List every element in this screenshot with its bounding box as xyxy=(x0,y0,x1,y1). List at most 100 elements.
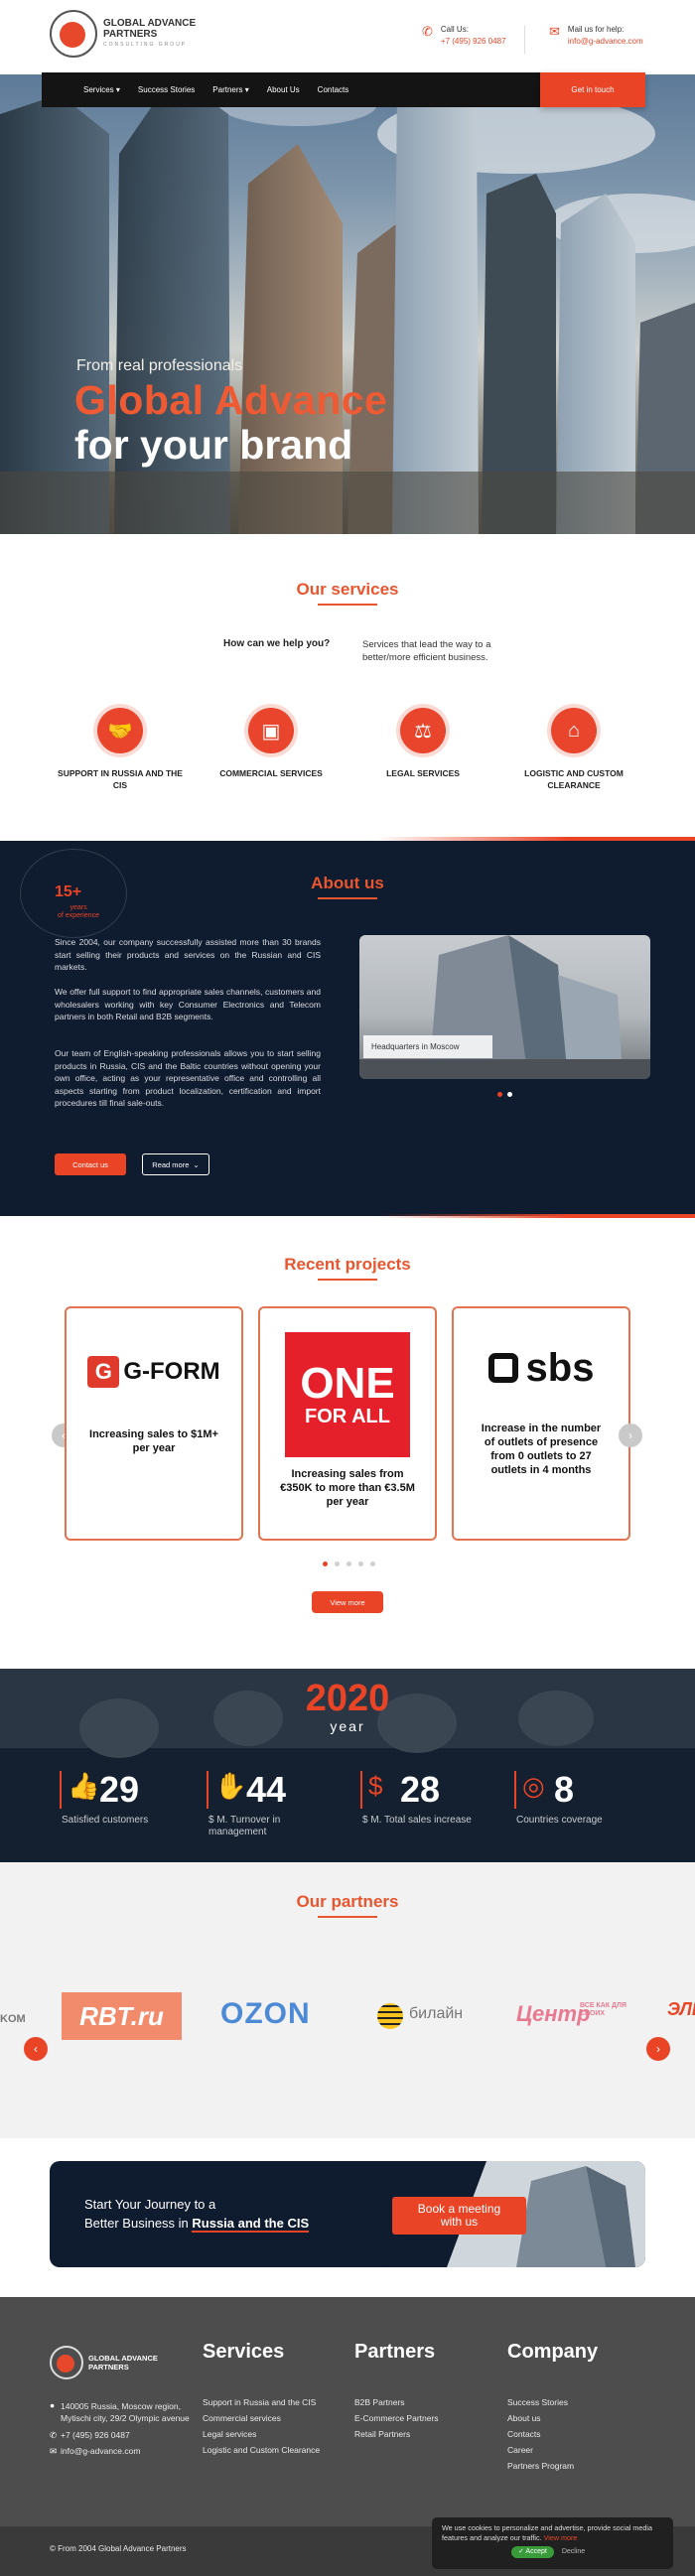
footer-company-title: Company xyxy=(507,2341,599,2363)
partner-slogan: ВСЕ КАК ДЛЯ СВОИХ xyxy=(580,2002,626,2017)
service-commercial[interactable]: ▣ COMMERCIAL SERVICES xyxy=(207,708,336,779)
footer-link[interactable]: Support in Russia and the CIS xyxy=(203,2397,316,2407)
partner-logo-ozon[interactable]: OZON xyxy=(220,1997,311,2031)
phone-icon: ✆ xyxy=(422,24,433,39)
site-header: GLOBAL ADVANCE PARTNERS CONSULTING GROUP… xyxy=(0,0,695,74)
stat-number: 29 xyxy=(99,1769,140,1810)
call-us[interactable]: ✆ Call Us: +7 (495) 926 0487 xyxy=(422,24,506,47)
beeline-logo-icon xyxy=(377,2003,403,2029)
carousel-dot[interactable] xyxy=(335,1561,340,1566)
warehouse-icon: ⌂ xyxy=(551,708,597,753)
experience-label: years of experience xyxy=(58,904,100,919)
services-title: Our services xyxy=(0,580,695,606)
hero-subtitle: From real professionals xyxy=(76,357,243,374)
service-support[interactable]: 🤝 SUPPORT IN RUSSIA AND THE CIS xyxy=(56,708,185,791)
call-value[interactable]: +7 (495) 926 0487 xyxy=(441,37,506,46)
mail-us[interactable]: ✉ Mail us for help: info@g-advance.com xyxy=(549,24,643,47)
project-text: Increasing sales from €350K to more than… xyxy=(280,1468,415,1508)
carousel-dot[interactable] xyxy=(347,1561,351,1566)
mail-icon: ✉ xyxy=(50,2446,58,2456)
footer-logo[interactable]: GLOBAL ADVANCE PARTNERS xyxy=(50,2346,158,2379)
partner-logo-eldorado[interactable]: ЭЛЬ xyxy=(667,1999,695,2020)
footer-address: 140005 Russia, Moscow region, Mytischi c… xyxy=(61,2401,190,2423)
stat-number: 8 xyxy=(554,1769,575,1810)
carousel-dot-active[interactable] xyxy=(323,1561,328,1566)
photo-caption: Headquarters in Moscow xyxy=(363,1035,492,1058)
book-meeting-button[interactable]: Book a meeting with us xyxy=(392,2197,526,2235)
footer-link[interactable]: Logistic and Custom Clearance xyxy=(203,2445,320,2455)
footer-link[interactable]: Retail Partners xyxy=(354,2429,410,2439)
partner-logo-kom[interactable]: KOM xyxy=(0,2013,26,2025)
nav-contacts[interactable]: Contacts xyxy=(318,85,349,94)
nav-services[interactable]: Services ▾ xyxy=(83,85,120,94)
project-card-sbs[interactable]: sbs Increase in the number of outlets of… xyxy=(452,1306,630,1541)
footer-phone[interactable]: +7 (495) 926 0487 xyxy=(61,2430,130,2440)
next-arrow-icon[interactable]: › xyxy=(619,1424,642,1447)
footer-link[interactable]: E-Commerce Partners xyxy=(354,2413,439,2423)
prev-arrow-icon[interactable]: ‹ xyxy=(24,2037,48,2061)
project-card-gform[interactable]: G G-FORM Increasing sales to $1M+ per ye… xyxy=(65,1306,243,1541)
service-label: LOGISTIC AND CUSTOM CLEARANCE xyxy=(524,768,624,790)
mail-label: Mail us for help: xyxy=(567,25,625,34)
footer-email[interactable]: info@g-advance.com xyxy=(61,2446,140,2456)
project-card-oneforall[interactable]: ONE FOR ALL Increasing sales from €350K … xyxy=(258,1306,437,1541)
stats-year: 2020 xyxy=(305,1678,390,1719)
location-icon: ● xyxy=(50,2400,56,2410)
carousel-dot[interactable] xyxy=(507,1092,512,1097)
stat-label: Satisfied customers xyxy=(62,1815,149,1826)
service-label: LEGAL SERVICES xyxy=(386,768,460,778)
stat-label: $ M. Turnover in management xyxy=(208,1815,281,1837)
about-paragraph-2: We offer full support to find appropriat… xyxy=(55,987,321,1021)
nav-partners[interactable]: Partners ▾ xyxy=(212,85,248,94)
service-logistic[interactable]: ⌂ LOGISTIC AND CUSTOM CLEARANCE xyxy=(509,708,638,791)
next-arrow-icon[interactable]: › xyxy=(646,2037,670,2061)
partner-logo-rbt[interactable]: RBT.ru xyxy=(62,1992,182,2040)
footer-link[interactable]: About us xyxy=(507,2413,541,2423)
mail-value[interactable]: info@g-advance.com xyxy=(568,37,643,46)
service-legal[interactable]: ⚖ LEGAL SERVICES xyxy=(358,708,487,779)
footer-logo-line2: PARTNERS xyxy=(88,2363,129,2372)
service-label: COMMERCIAL SERVICES xyxy=(219,768,323,778)
thumbs-up-icon: 👍 xyxy=(60,1771,99,1809)
cookie-view-more-link[interactable]: View more xyxy=(544,2533,578,2542)
footer-link[interactable]: B2B Partners xyxy=(354,2397,405,2407)
footer-link[interactable]: Legal services xyxy=(203,2429,256,2439)
dollar-chart-icon: $ xyxy=(360,1771,396,1809)
cookie-decline-button[interactable]: Decline xyxy=(562,2547,585,2557)
phone-icon: ✆ xyxy=(50,2430,58,2440)
projects-title: Recent projects xyxy=(0,1255,695,1281)
nav-success-stories[interactable]: Success Stories xyxy=(138,85,195,94)
hero-title-2: for your brand xyxy=(74,422,353,468)
cta-line2: Better Business in Russia and the CIS xyxy=(84,2216,310,2233)
stat-number: 44 xyxy=(246,1769,287,1810)
carousel-dot[interactable] xyxy=(370,1561,375,1566)
contact-us-button[interactable]: Contact us xyxy=(55,1153,126,1175)
footer-link[interactable]: Career xyxy=(507,2445,533,2455)
carousel-dot-active[interactable] xyxy=(497,1092,502,1097)
footer-link[interactable]: Commercial services xyxy=(203,2413,281,2423)
get-in-touch-button[interactable]: Get in touch xyxy=(540,72,645,107)
carousel-dot[interactable] xyxy=(358,1561,363,1566)
logo-line1: GLOBAL ADVANCE xyxy=(103,17,197,29)
copyright: © From 2004 Global Advance Partners xyxy=(50,2544,187,2553)
partners-title: Our partners xyxy=(0,1892,695,1918)
view-more-button[interactable]: View more xyxy=(312,1591,383,1613)
nav-about-us[interactable]: About Us xyxy=(267,85,300,94)
project-text: Increase in the number of outlets of pre… xyxy=(481,1423,602,1476)
footer-link[interactable]: Partners Program xyxy=(507,2461,574,2471)
gform-logo-icon: G xyxy=(87,1356,120,1388)
footer-link[interactable]: Contacts xyxy=(507,2429,541,2439)
partner-logo-beeline[interactable]: билайн xyxy=(409,2005,463,2023)
footer-link[interactable]: Success Stories xyxy=(507,2397,568,2407)
mail-icon: ✉ xyxy=(549,24,560,39)
divider xyxy=(524,26,525,54)
read-more-button[interactable]: Read more ⌄ xyxy=(142,1153,209,1175)
handshake-icon: 🤝 xyxy=(97,708,143,753)
project-text: Increasing sales to $1M+ per year xyxy=(89,1428,218,1454)
hand-money-icon: ✋ xyxy=(207,1771,246,1809)
cookie-accept-button[interactable]: ✓ Accept xyxy=(511,2546,554,2558)
stat-number: 28 xyxy=(400,1769,441,1810)
stat-label: Countries coverage xyxy=(516,1815,603,1826)
hero-title: Global Advance xyxy=(74,377,388,423)
logo[interactable]: GLOBAL ADVANCE PARTNERS CONSULTING GROUP xyxy=(50,10,198,58)
